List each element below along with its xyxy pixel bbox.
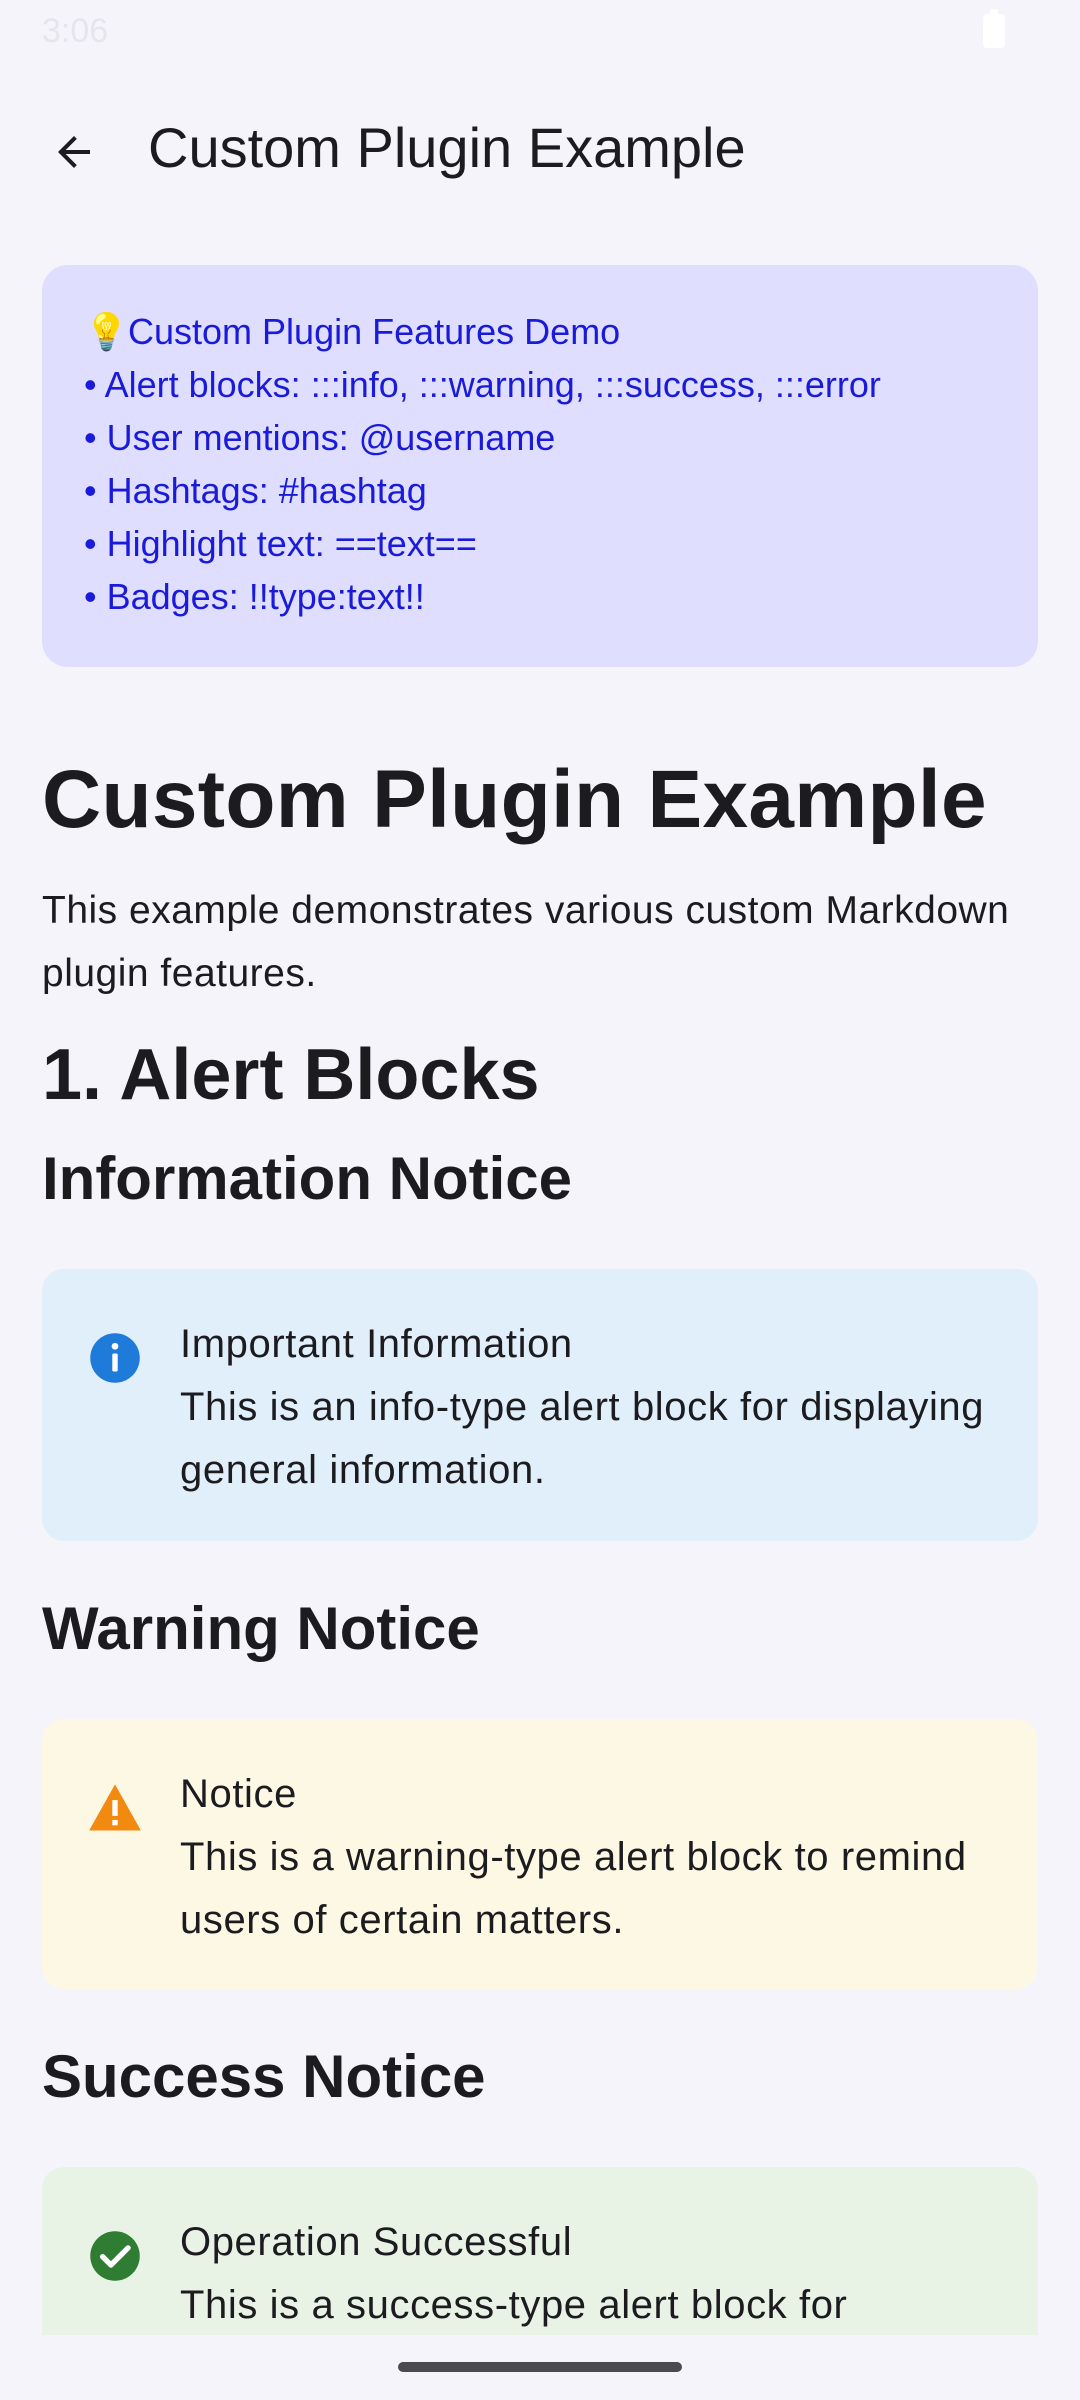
- warning-notice-heading: Warning Notice: [42, 1595, 480, 1662]
- demo-card-title: 💡Custom Plugin Features Demo: [84, 305, 996, 358]
- warning-alert-body: This is a warning-type alert block to re…: [180, 1835, 967, 1942]
- back-button[interactable]: [38, 116, 110, 188]
- success-notice-heading: Success Notice: [42, 2043, 486, 2110]
- demo-card-title-text: Custom Plugin Features Demo: [128, 311, 621, 352]
- document-title: Custom Plugin Example: [42, 754, 987, 845]
- arrow-back-icon: [58, 136, 90, 168]
- success-alert-title: Operation Successful: [180, 2220, 573, 2264]
- intro-paragraph: This example demonstrates various custom…: [42, 889, 1010, 995]
- status-bar: 3:06: [0, 0, 1080, 64]
- success-alert: Operation Successful This is a success-t…: [42, 2167, 1038, 2335]
- info-alert-title: Important Information: [180, 1322, 573, 1366]
- demo-info-card: 💡Custom Plugin Features Demo • Alert blo…: [42, 265, 1038, 667]
- demo-card-item: • Hashtags: #hashtag: [84, 470, 427, 511]
- info-alert-text: Important Information This is an info-ty…: [180, 1313, 998, 1502]
- info-alert: Important Information This is an info-ty…: [42, 1269, 1038, 1541]
- demo-card-item: • Alert blocks: :::info, :::warning, :::…: [84, 364, 881, 405]
- warning-alert: Notice This is a warning-type alert bloc…: [42, 1719, 1038, 1989]
- success-alert-text: Operation Successful This is a success-t…: [180, 2211, 998, 2335]
- home-indicator[interactable]: [398, 2362, 682, 2372]
- warning-icon: [89, 1784, 141, 1831]
- battery-icon: [983, 9, 1005, 48]
- status-time: 3:06: [42, 12, 109, 50]
- app-title: Custom Plugin Example: [148, 116, 746, 179]
- info-notice-heading: Information Notice: [42, 1145, 573, 1212]
- lightbulb-icon: 💡: [84, 311, 129, 352]
- top-app-bar: Custom Plugin Example: [0, 90, 1080, 202]
- warning-alert-title: Notice: [180, 1772, 297, 1816]
- markdown-content: 💡Custom Plugin Features Demo • Alert blo…: [42, 265, 1038, 2335]
- demo-card-item: • Badges: !!type:text!!: [84, 576, 425, 617]
- demo-card-item: • Highlight text: ==text==: [84, 523, 477, 564]
- section-heading-alert-blocks: 1. Alert Blocks: [42, 1035, 540, 1115]
- success-alert-body: This is a success-type alert block for d…: [180, 2283, 848, 2327]
- info-icon: [90, 1333, 140, 1383]
- demo-card-item: • User mentions: @username: [84, 417, 556, 458]
- info-alert-body: This is an info-type alert block for dis…: [180, 1385, 985, 1492]
- warning-alert-text: Notice This is a warning-type alert bloc…: [180, 1763, 998, 1952]
- check-circle-icon: [90, 2231, 140, 2281]
